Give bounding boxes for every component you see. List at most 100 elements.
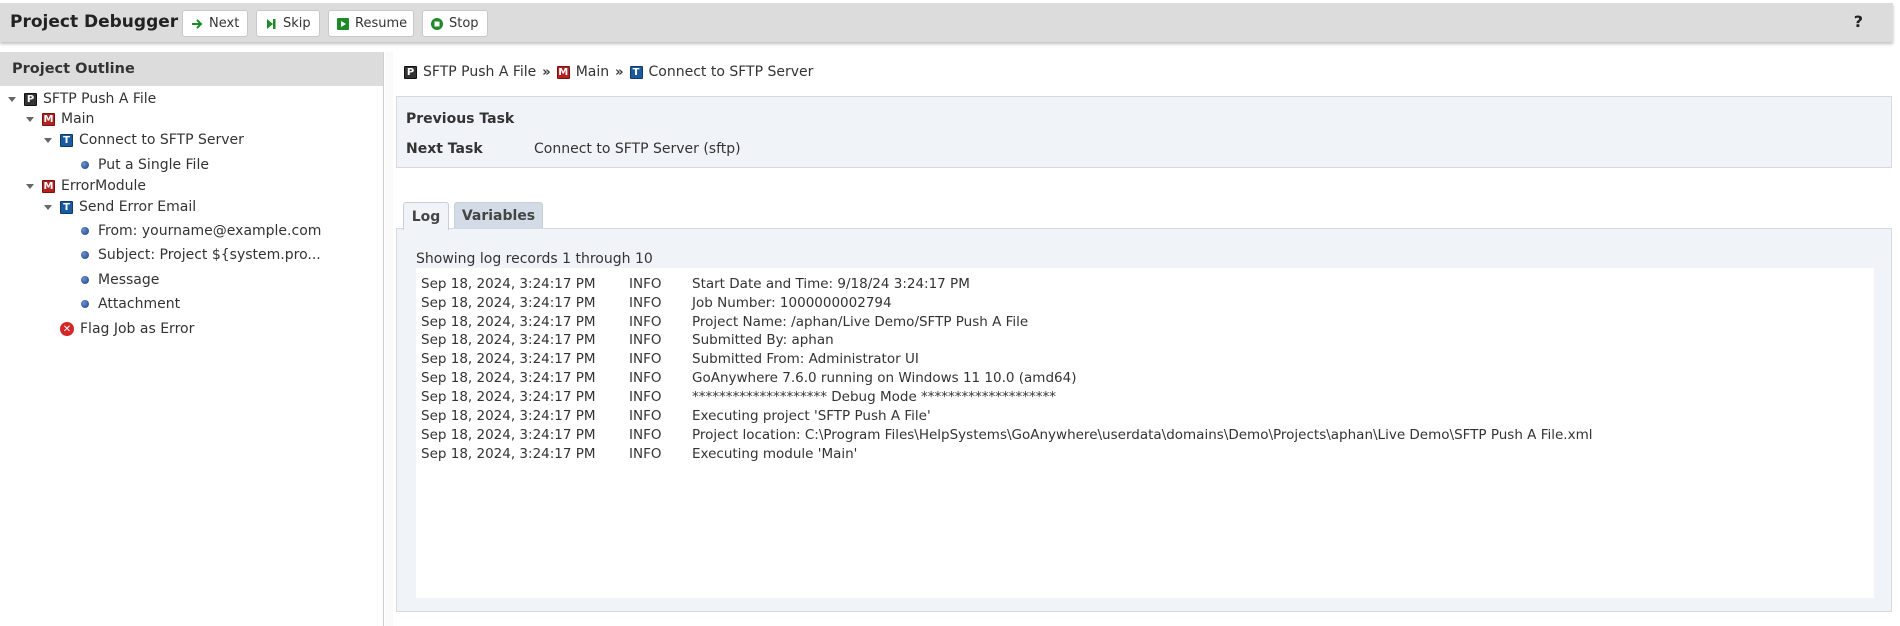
breadcrumb-item-task[interactable]: Connect to SFTP Server <box>649 64 814 80</box>
project-icon: P <box>24 92 37 106</box>
tree-item-element[interactable]: From: yourname@example.com <box>81 221 321 241</box>
tree-item-label: Connect to SFTP Server <box>79 132 244 148</box>
breadcrumb-separator: » <box>615 64 624 80</box>
log-time: Sep 18, 2024, 3:24:17 PM <box>421 427 596 443</box>
log-level: INFO <box>629 370 662 386</box>
element-bullet-icon <box>81 161 89 169</box>
task-icon: T <box>60 133 73 147</box>
tree-item-element[interactable]: Subject: Project ${system.pro... <box>81 245 321 265</box>
log-time: Sep 18, 2024, 3:24:17 PM <box>421 370 596 386</box>
log-time: Sep 18, 2024, 3:24:17 PM <box>421 408 596 424</box>
next-task-value: Connect to SFTP Server (sftp) <box>534 141 741 157</box>
module-icon: M <box>42 179 55 193</box>
tree-item-project[interactable]: P SFTP Push A File <box>8 89 156 109</box>
tree-item-task[interactable]: T Connect to SFTP Server <box>44 130 244 150</box>
tree-item-label: Put a Single File <box>98 157 209 173</box>
previous-task-label: Previous Task <box>406 111 515 127</box>
log-message: Start Date and Time: 9/18/24 3:24:17 PM <box>692 276 970 292</box>
tab-variables[interactable]: Variables <box>454 202 543 229</box>
log-level: INFO <box>629 314 662 330</box>
tree-item-element[interactable]: Put a Single File <box>81 155 209 175</box>
next-task-label: Next Task <box>406 141 483 157</box>
log-time: Sep 18, 2024, 3:24:17 PM <box>421 314 596 330</box>
task-info-panel: Previous Task Next Task Connect to SFTP … <box>396 96 1892 168</box>
log-level: INFO <box>629 332 662 348</box>
arrow-right-icon <box>191 18 203 30</box>
log-time: Sep 18, 2024, 3:24:17 PM <box>421 389 596 405</box>
log-message: Executing module 'Main' <box>692 446 858 462</box>
module-icon: M <box>556 65 570 79</box>
tree-item-task[interactable]: T Send Error Email <box>44 197 196 217</box>
stop-button-label: Stop <box>449 16 479 31</box>
tree-item-label: SFTP Push A File <box>43 91 157 107</box>
log-level: INFO <box>629 389 662 405</box>
log-row: Sep 18, 2024, 3:24:17 PM INFO Project Na… <box>421 314 1028 332</box>
log-row: Sep 18, 2024, 3:24:17 PM INFO Submitted … <box>421 332 834 350</box>
next-button[interactable]: Next <box>182 10 248 37</box>
breadcrumb-item-project[interactable]: SFTP Push A File <box>423 64 536 80</box>
log-level: INFO <box>629 295 662 311</box>
log-row: Sep 18, 2024, 3:24:17 PM INFO Job Number… <box>421 295 892 313</box>
log-row: Sep 18, 2024, 3:24:17 PM INFO Executing … <box>421 446 857 464</box>
log-row: Sep 18, 2024, 3:24:17 PM INFO **********… <box>421 389 1056 407</box>
expand-caret-icon[interactable] <box>26 116 34 122</box>
log-level: INFO <box>629 446 662 462</box>
tree-item-label: From: yourname@example.com <box>98 223 322 239</box>
log-row: Sep 18, 2024, 3:24:17 PM INFO Project lo… <box>421 427 1593 445</box>
project-icon: P <box>404 65 417 79</box>
tree-item-label: Subject: Project ${system.pro... <box>98 247 321 263</box>
expand-caret-icon[interactable] <box>8 96 16 102</box>
log-message: GoAnywhere 7.6.0 running on Windows 11 1… <box>692 370 1077 386</box>
log-message: Project location: C:\Program Files\HelpS… <box>692 427 1593 443</box>
log-message: Submitted By: aphan <box>692 332 834 348</box>
log-message: Submitted From: Administrator UI <box>692 351 919 367</box>
toolbar: Project Debugger Next Skip Resume Stop ? <box>0 3 1893 42</box>
tree-item-label: ErrorModule <box>61 178 147 194</box>
log-time: Sep 18, 2024, 3:24:17 PM <box>421 332 596 348</box>
skip-icon <box>265 18 277 30</box>
log-row: Sep 18, 2024, 3:24:17 PM INFO Start Date… <box>421 276 970 294</box>
tree-item-element[interactable]: Attachment <box>81 294 180 314</box>
module-icon: M <box>42 112 55 126</box>
log-time: Sep 18, 2024, 3:24:17 PM <box>421 446 596 462</box>
app-title: Project Debugger <box>10 12 179 32</box>
log-level: INFO <box>629 408 662 424</box>
stop-icon <box>431 17 443 30</box>
expand-caret-icon[interactable] <box>44 137 52 143</box>
log-message: ******************** Debug Mode ********… <box>692 389 1057 405</box>
panel-splitter[interactable] <box>385 52 393 626</box>
task-icon: T <box>629 65 643 79</box>
skip-button[interactable]: Skip <box>256 10 320 37</box>
tree-item-module[interactable]: M ErrorModule <box>26 176 146 196</box>
tree-item-error-task[interactable]: ✕ Flag Job as Error <box>60 319 194 339</box>
log-row: Sep 18, 2024, 3:24:17 PM INFO Executing … <box>421 408 931 426</box>
element-bullet-icon <box>81 227 89 235</box>
tree-item-label: Send Error Email <box>79 199 197 215</box>
tree-item-element[interactable]: Message <box>81 270 159 290</box>
expand-caret-icon[interactable] <box>44 204 52 210</box>
log-message: Project Name: /aphan/Live Demo/SFTP Push… <box>692 314 1029 330</box>
resume-button[interactable]: Resume <box>328 10 414 37</box>
tree-item-label: Main <box>61 111 95 127</box>
play-icon <box>337 17 349 30</box>
help-button[interactable]: ? <box>1854 12 1863 31</box>
tab-log[interactable]: Log <box>403 202 449 230</box>
log-time: Sep 18, 2024, 3:24:17 PM <box>421 276 596 292</box>
error-icon: ✕ <box>60 322 74 336</box>
next-button-label: Next <box>209 16 240 31</box>
breadcrumb-item-module[interactable]: Main <box>576 64 609 80</box>
element-bullet-icon <box>81 300 89 308</box>
tree-item-module[interactable]: M Main <box>26 109 94 129</box>
resume-button-label: Resume <box>355 16 408 31</box>
log-level: INFO <box>629 276 662 292</box>
stop-button[interactable]: Stop <box>422 10 488 37</box>
log-message: Job Number: 1000000002794 <box>692 295 892 311</box>
log-time: Sep 18, 2024, 3:24:17 PM <box>421 295 596 311</box>
breadcrumb: P SFTP Push A File » M Main » T Connect … <box>404 64 813 80</box>
log-records: Sep 18, 2024, 3:24:17 PM INFO Start Date… <box>416 268 1874 598</box>
expand-caret-icon[interactable] <box>26 183 34 189</box>
log-row: Sep 18, 2024, 3:24:17 PM INFO GoAnywhere… <box>421 370 1076 388</box>
log-summary: Showing log records 1 through 10 <box>416 251 653 267</box>
element-bullet-icon <box>81 276 89 284</box>
tree-item-label: Message <box>98 272 160 288</box>
